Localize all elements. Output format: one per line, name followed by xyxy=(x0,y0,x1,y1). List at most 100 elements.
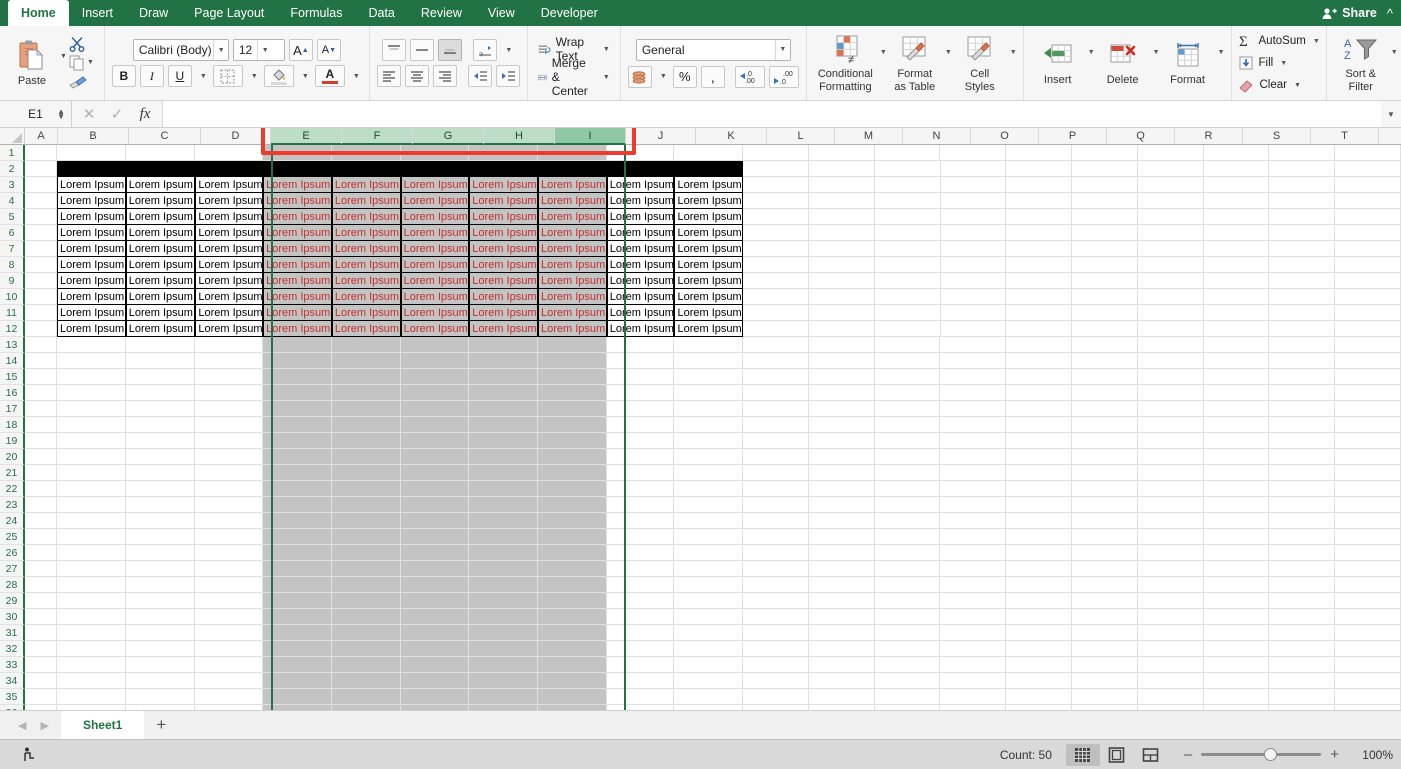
cell-H20[interactable] xyxy=(469,449,538,465)
cell-Q6[interactable] xyxy=(1072,225,1138,241)
cell-L30[interactable] xyxy=(743,609,809,625)
tab-data[interactable]: Data xyxy=(355,0,407,26)
cell-H24[interactable] xyxy=(469,513,538,529)
cell-T16[interactable] xyxy=(1269,385,1336,401)
select-all-corner[interactable] xyxy=(0,128,25,145)
cell-F16[interactable] xyxy=(331,385,401,401)
cell-R9[interactable] xyxy=(1137,273,1204,289)
cell-D25[interactable] xyxy=(195,529,264,545)
cell-A22[interactable] xyxy=(25,481,57,497)
cell-K18[interactable] xyxy=(674,417,744,433)
cell-M28[interactable] xyxy=(808,577,875,593)
confirm-edit-button[interactable]: ✓ xyxy=(103,101,131,127)
cell-N3[interactable] xyxy=(874,177,941,193)
cell-T3[interactable] xyxy=(1269,177,1336,193)
cell-O18[interactable] xyxy=(940,417,1007,433)
paste-dropdown-icon[interactable]: ▼ xyxy=(60,53,67,60)
cell-B22[interactable] xyxy=(56,481,126,497)
cell-U3[interactable] xyxy=(1335,177,1401,193)
cell-F2[interactable] xyxy=(331,161,401,177)
cell-A25[interactable] xyxy=(25,529,57,545)
cell-L22[interactable] xyxy=(743,481,809,497)
cell-M6[interactable] xyxy=(808,225,875,241)
cell-U21[interactable] xyxy=(1335,465,1401,481)
cell-K22[interactable] xyxy=(674,481,744,497)
share-button[interactable]: Share xyxy=(1322,6,1377,20)
cell-G1[interactable] xyxy=(400,145,470,161)
cell-L2[interactable] xyxy=(743,161,809,177)
column-header-C[interactable]: C xyxy=(129,128,201,145)
cell-D18[interactable] xyxy=(195,417,264,433)
cell-K33[interactable] xyxy=(674,657,744,673)
cell-U29[interactable] xyxy=(1335,593,1401,609)
cell-Q31[interactable] xyxy=(1072,625,1138,641)
cell-B26[interactable] xyxy=(56,545,126,561)
cell-I17[interactable] xyxy=(537,401,607,417)
cell-K20[interactable] xyxy=(674,449,744,465)
cell-F6[interactable]: Lorem Ipsum xyxy=(331,225,401,241)
cell-S15[interactable] xyxy=(1203,369,1270,385)
cell-D19[interactable] xyxy=(195,433,264,449)
cell-K24[interactable] xyxy=(674,513,744,529)
cell-styles-dropdown-icon[interactable]: ▼ xyxy=(1010,49,1017,56)
column-header-L[interactable]: L xyxy=(767,128,835,145)
cell-Q29[interactable] xyxy=(1072,593,1138,609)
row-header-32[interactable]: 32 xyxy=(0,641,25,657)
cell-S18[interactable] xyxy=(1203,417,1270,433)
column-header-N[interactable]: N xyxy=(903,128,971,145)
align-top-button[interactable] xyxy=(382,39,407,61)
cell-O3[interactable] xyxy=(940,177,1007,193)
cell-P15[interactable] xyxy=(1006,369,1073,385)
row-header-9[interactable]: 9 xyxy=(0,273,25,289)
cell-K12[interactable]: Lorem Ipsum xyxy=(674,321,744,337)
cell-B34[interactable] xyxy=(56,673,126,689)
page-break-view-button[interactable] xyxy=(1134,744,1168,766)
cell-Q7[interactable] xyxy=(1072,241,1138,257)
cell-R33[interactable] xyxy=(1137,657,1204,673)
cell-S2[interactable] xyxy=(1203,161,1270,177)
cell-T23[interactable] xyxy=(1269,497,1336,513)
cell-B5[interactable]: Lorem Ipsum xyxy=(56,209,126,225)
cell-C22[interactable] xyxy=(125,481,196,497)
cell-U27[interactable] xyxy=(1335,561,1401,577)
cell-U4[interactable] xyxy=(1335,193,1401,209)
cell-H16[interactable] xyxy=(469,385,538,401)
cell-H11[interactable]: Lorem Ipsum xyxy=(469,305,539,321)
cell-A9[interactable] xyxy=(25,273,57,289)
cell-C26[interactable] xyxy=(125,545,196,561)
cell-S25[interactable] xyxy=(1203,529,1270,545)
cell-O29[interactable] xyxy=(940,593,1007,609)
cell-I9[interactable]: Lorem Ipsum xyxy=(538,273,607,289)
cell-O2[interactable] xyxy=(940,161,1007,177)
cell-D22[interactable] xyxy=(195,481,264,497)
cell-R16[interactable] xyxy=(1137,385,1204,401)
cell-J25[interactable] xyxy=(606,529,675,545)
cell-J12[interactable]: Lorem Ipsum xyxy=(606,321,675,337)
row-header-10[interactable]: 10 xyxy=(0,289,25,305)
cell-D36[interactable] xyxy=(195,705,264,710)
column-header-M[interactable]: M xyxy=(835,128,903,145)
cell-R34[interactable] xyxy=(1137,673,1204,689)
row-header-20[interactable]: 20 xyxy=(0,449,25,465)
row-header-28[interactable]: 28 xyxy=(0,577,25,593)
cell-J2[interactable] xyxy=(606,161,675,177)
cell-H23[interactable] xyxy=(469,497,538,513)
cell-O8[interactable] xyxy=(940,257,1007,273)
cell-U22[interactable] xyxy=(1335,481,1401,497)
cell-A28[interactable] xyxy=(25,577,57,593)
cell-I29[interactable] xyxy=(537,593,607,609)
cell-C24[interactable] xyxy=(125,513,196,529)
accessibility-icon[interactable] xyxy=(22,746,40,764)
cell-U32[interactable] xyxy=(1335,641,1401,657)
cell-E31[interactable] xyxy=(263,625,332,641)
cell-K30[interactable] xyxy=(674,609,744,625)
cell-H14[interactable] xyxy=(469,353,538,369)
cell-O25[interactable] xyxy=(940,529,1007,545)
cell-N20[interactable] xyxy=(874,449,941,465)
cell-J28[interactable] xyxy=(606,577,675,593)
cell-J31[interactable] xyxy=(606,625,675,641)
insert-cells-button[interactable]: Insert xyxy=(1030,29,1086,97)
cell-F13[interactable] xyxy=(331,337,401,353)
cell-C9[interactable]: Lorem Ipsum xyxy=(125,273,196,289)
cell-O28[interactable] xyxy=(940,577,1007,593)
